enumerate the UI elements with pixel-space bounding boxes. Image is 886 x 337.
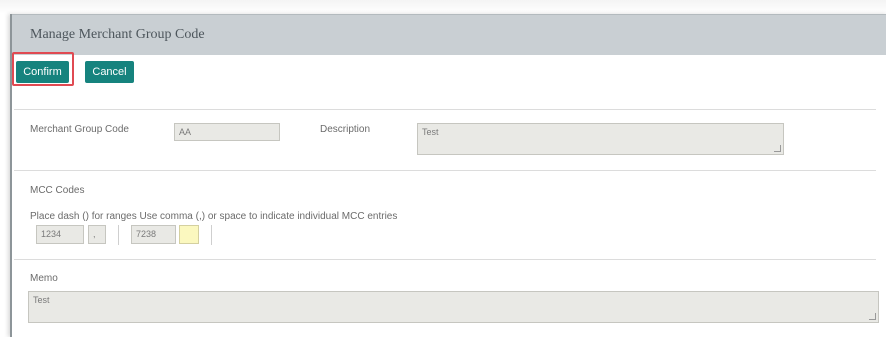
divider bbox=[14, 170, 876, 171]
cancel-button[interactable]: Cancel bbox=[85, 61, 134, 83]
top-shadow bbox=[0, 0, 886, 14]
resize-handle-icon[interactable] bbox=[774, 145, 781, 152]
mcc-entry-field[interactable]: 1234 bbox=[36, 225, 84, 244]
divider bbox=[14, 109, 876, 110]
mcc-instructions: Place dash () for ranges Use comma (,) o… bbox=[30, 211, 398, 222]
mcc-codes-label: MCC Codes bbox=[30, 185, 85, 196]
page-title: Manage Merchant Group Code bbox=[30, 27, 205, 42]
confirm-button[interactable]: Confirm bbox=[16, 61, 69, 83]
memo-field[interactable]: Test bbox=[28, 291, 879, 323]
mcc-new-entry-field[interactable] bbox=[179, 225, 199, 244]
description-value: Test bbox=[422, 127, 439, 137]
panel-header: Manage Merchant Group Code bbox=[12, 14, 886, 55]
manage-merchant-group-panel: Manage Merchant Group Code bbox=[10, 14, 886, 337]
merchant-group-code-label: Merchant Group Code bbox=[30, 124, 129, 135]
description-label: Description bbox=[320, 124, 371, 135]
description-field[interactable]: Test bbox=[417, 123, 784, 155]
entry-separator bbox=[211, 225, 212, 245]
entry-separator bbox=[118, 225, 119, 245]
mcc-entry-field[interactable]: , bbox=[88, 225, 106, 244]
merchant-group-code-field[interactable]: AA bbox=[174, 123, 280, 141]
memo-value: Test bbox=[33, 295, 50, 305]
resize-handle-icon[interactable] bbox=[869, 313, 876, 320]
mcc-entry-field[interactable]: 7238 bbox=[131, 225, 176, 244]
divider bbox=[14, 259, 876, 260]
memo-label: Memo bbox=[30, 273, 58, 284]
